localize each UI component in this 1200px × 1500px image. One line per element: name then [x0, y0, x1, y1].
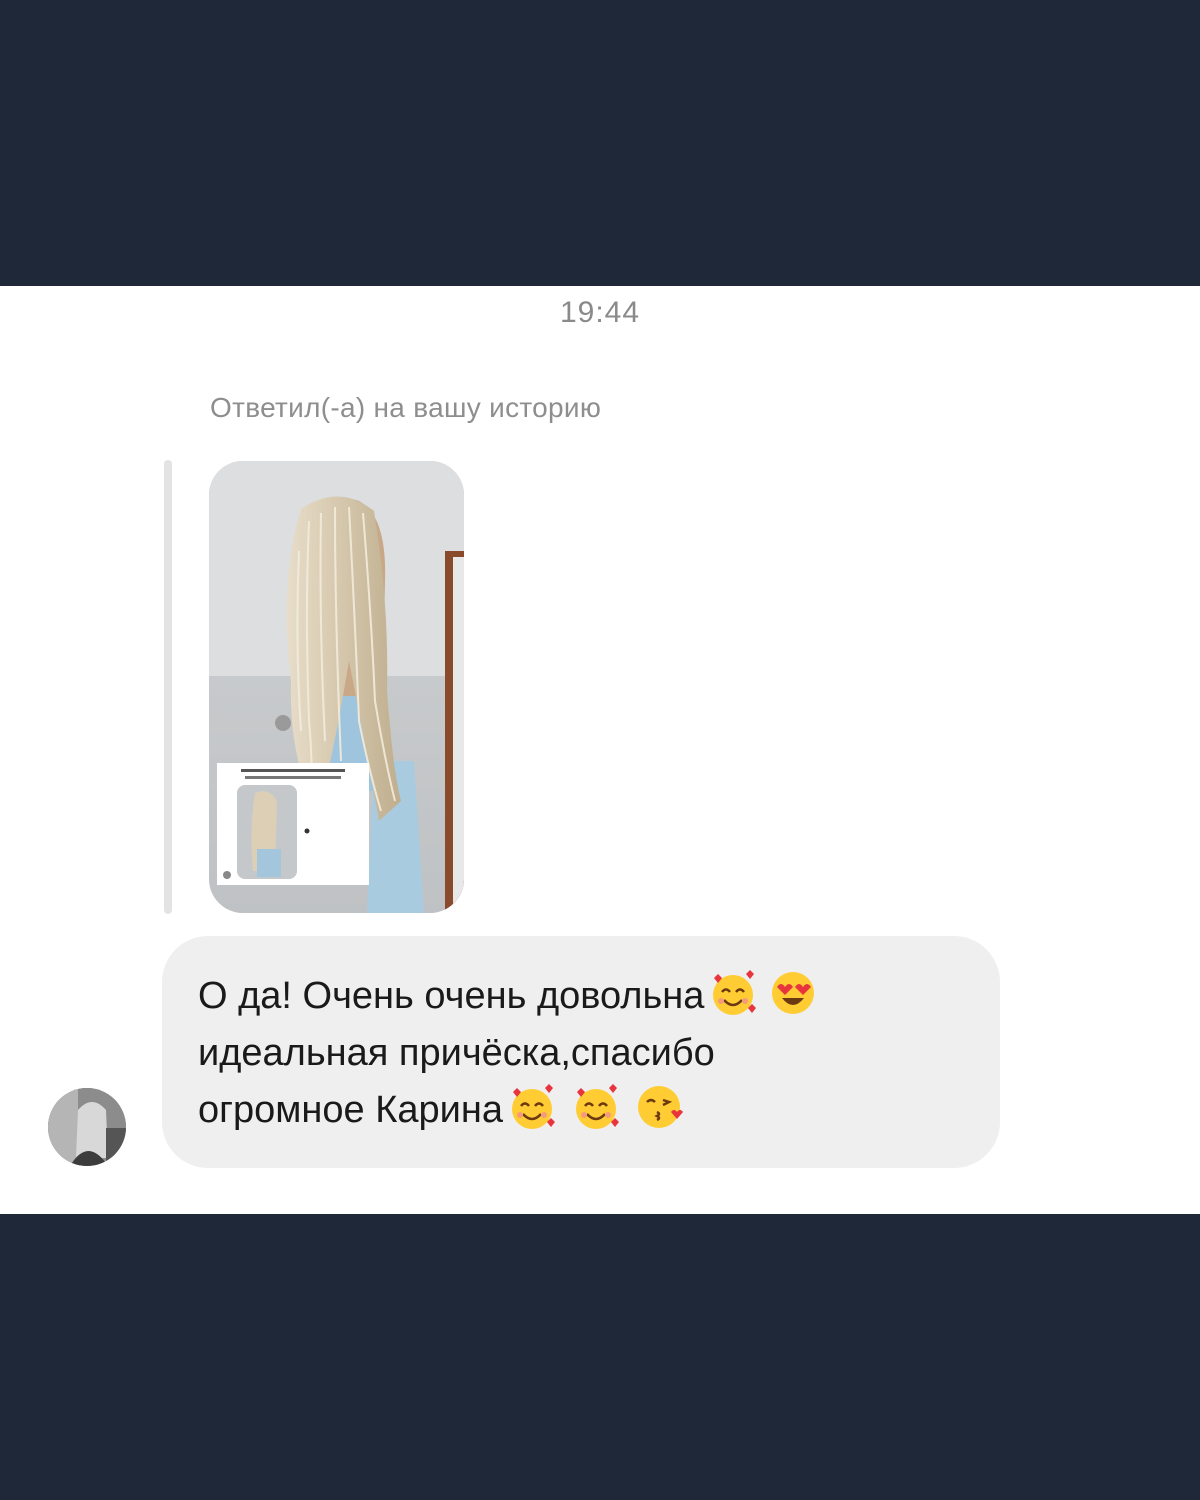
heart-eyes-icon — [772, 972, 815, 1014]
face-blowing-kiss-icon — [637, 1086, 683, 1128]
sender-avatar[interactable] — [48, 1088, 126, 1166]
story-reply-label: Ответил(-а) на вашу историю — [210, 392, 602, 423]
message-text-1: О да! Очень очень довольна — [198, 975, 705, 1017]
story-thumbnail[interactable] — [209, 461, 464, 913]
message-line-3: огромное Карина — [198, 1082, 970, 1139]
message-timestamp: 19:44 — [559, 296, 641, 329]
top-frame-band — [0, 0, 1200, 286]
bottom-frame-band — [0, 1214, 1200, 1500]
smiling-face-with-hearts-icon — [575, 1084, 619, 1129]
chat-screen: 19:44 Ответил(-а) на вашу историю О да! … — [0, 286, 1200, 1214]
reply-indicator-bar — [164, 460, 172, 914]
message-bubble[interactable]: О да! Очень очень довольна идеальная при… — [162, 936, 1000, 1168]
message-text-3: огромное Карина — [198, 1089, 503, 1131]
message-line-2: идеальная причёска,спасибо — [198, 1032, 715, 1074]
smiling-face-with-hearts-icon — [511, 1084, 555, 1129]
message-line-1: О да! Очень очень довольна — [198, 968, 970, 1025]
smiling-face-with-hearts-icon — [713, 970, 757, 1015]
